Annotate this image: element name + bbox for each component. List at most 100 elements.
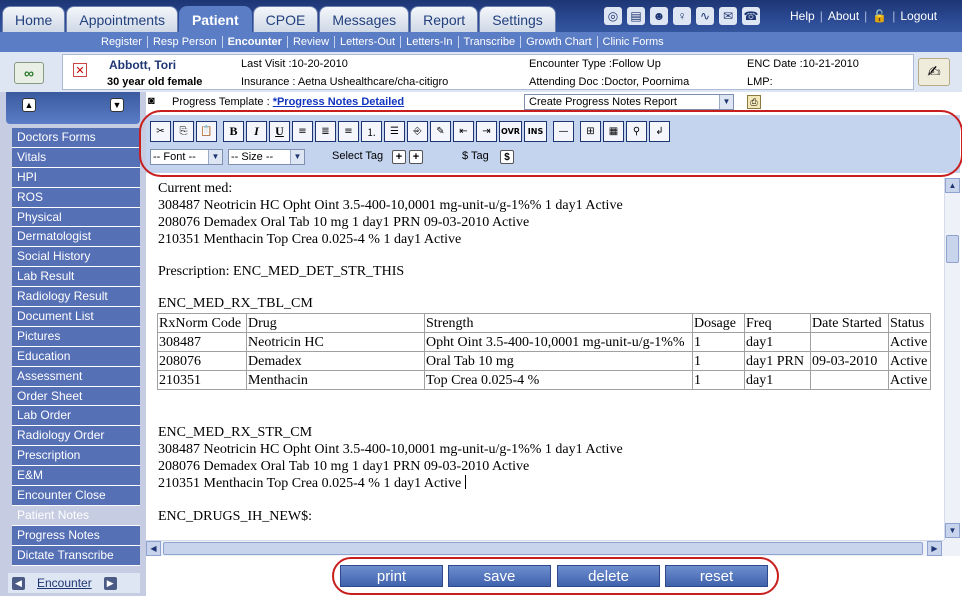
binoculars-icon[interactable]: ⚲ (626, 121, 647, 142)
help-link[interactable]: Help (790, 9, 815, 23)
subnav-encounter[interactable]: Encounter (223, 36, 288, 48)
phone-icon[interactable]: ☎ (742, 7, 760, 25)
sidebar-item-radiology-result[interactable]: Radiology Result (12, 287, 140, 308)
tab-home[interactable]: Home (2, 6, 66, 32)
insert-field-icon[interactable]: ▦ (603, 121, 624, 142)
reset-button[interactable]: reset (665, 565, 768, 587)
highlight-icon[interactable]: ✎ (430, 121, 451, 142)
vertical-scrollbar[interactable]: ▲ ▼ (944, 178, 960, 540)
create-report-icon[interactable]: ⎙ (747, 95, 761, 109)
align-right-icon[interactable]: ≡ (338, 121, 359, 142)
sidebar-item-education[interactable]: Education (12, 346, 140, 367)
save-button[interactable]: save (448, 565, 551, 587)
format-icon[interactable]: ⎆ (407, 121, 428, 142)
add-tag-button[interactable]: + (392, 150, 406, 164)
sidebar-item-document-list[interactable]: Document List (12, 307, 140, 327)
subnav-letters-in[interactable]: Letters-In (401, 36, 459, 48)
progress-template-link[interactable]: *Progress Notes Detailed (273, 96, 404, 108)
underline-button[interactable]: U (269, 121, 290, 142)
sidebar-item-prescription[interactable]: Prescription (12, 446, 140, 467)
scroll-down-icon[interactable]: ▼ (110, 98, 124, 112)
add-tag-button-2[interactable]: + (409, 150, 423, 164)
progress-note-editor[interactable]: Current med: 308487 Neotricin HC Opht Oi… (146, 178, 944, 540)
align-center-icon[interactable]: ≣ (315, 121, 336, 142)
sidebar-item-order-sheet[interactable]: Order Sheet (12, 386, 140, 407)
numbered-list-icon[interactable]: ⒈ (361, 121, 382, 142)
tab-messages[interactable]: Messages (319, 6, 410, 32)
sidebar-item-vitals[interactable]: Vitals (12, 147, 140, 168)
italic-button[interactable]: I (246, 121, 267, 142)
tab-patient[interactable]: Patient (178, 6, 252, 32)
sidebar-item-dermatologist[interactable]: Dermatologist (12, 227, 140, 248)
nurse-icon[interactable]: ♀ (673, 7, 691, 25)
print-button[interactable]: print (340, 565, 443, 587)
report-select[interactable]: Create Progress Notes Report ▼ (524, 94, 734, 110)
copy-icon[interactable]: ⎘ (173, 121, 194, 142)
overwrite-button[interactable]: OVR (499, 121, 522, 142)
subnav-review[interactable]: Review (288, 36, 336, 48)
scroll-right-icon[interactable]: ▶ (927, 541, 942, 556)
subnav-letters-out[interactable]: Letters-Out (335, 36, 402, 48)
sidebar-item-lab-result[interactable]: Lab Result (12, 267, 140, 288)
font-select[interactable]: -- Font -- ▼ (150, 149, 223, 165)
patient-search-button[interactable]: ∞ (14, 62, 44, 84)
line-break-icon[interactable]: ↲ (649, 121, 670, 142)
scroll-up-icon[interactable]: ▲ (945, 178, 960, 193)
bill-icon[interactable]: ▤ (627, 7, 645, 25)
sidebar-item-lab-order[interactable]: Lab Order (12, 406, 140, 427)
bold-button[interactable]: B (223, 121, 244, 142)
horizontal-scrollbar[interactable]: ◀ ▶ (146, 540, 944, 556)
sidebar-item-radiology-order[interactable]: Radiology Order (12, 426, 140, 447)
cut-icon[interactable]: ✂ (150, 121, 171, 142)
sidebar-item-ros[interactable]: ROS (12, 187, 140, 208)
sidebar-item-assessment[interactable]: Assessment (12, 366, 140, 387)
close-patient-icon[interactable]: ✕ (73, 63, 87, 77)
subnav-transcribe[interactable]: Transcribe (459, 36, 522, 48)
tab-cpoe[interactable]: CPOE (252, 6, 319, 32)
tab-report[interactable]: Report (410, 6, 479, 32)
table-icon[interactable]: ⊞ (580, 121, 601, 142)
tab-appointments[interactable]: Appointments (66, 6, 178, 32)
sidebar-item-progress-notes[interactable]: Progress Notes (12, 525, 140, 546)
insert-mode-button[interactable]: INS (524, 121, 547, 142)
binoculars-icon[interactable]: ◙ (148, 95, 155, 107)
vertical-scroll-thumb[interactable] (946, 235, 959, 263)
logout-link[interactable]: Logout (900, 9, 937, 23)
previous-arrow-icon[interactable]: ◀ (12, 576, 25, 590)
delete-button[interactable]: delete (557, 565, 660, 587)
tab-settings[interactable]: Settings (479, 6, 556, 32)
horizontal-scroll-thumb[interactable] (163, 542, 923, 555)
size-select[interactable]: -- Size -- ▼ (228, 149, 305, 165)
sidebar-item-doctors-forms[interactable]: Doctors Forms (12, 128, 140, 148)
sidebar-item-pictures[interactable]: Pictures (12, 326, 140, 347)
subnav-resp-person[interactable]: Resp Person (148, 36, 223, 48)
horizontal-rule-icon[interactable]: — (553, 121, 574, 142)
doctor-icon[interactable]: ☻ (650, 7, 668, 25)
glasses-icon[interactable]: ◎ (604, 7, 622, 25)
bullet-list-icon[interactable]: ☰ (384, 121, 405, 142)
sidebar-item-patient-notes[interactable]: Patient Notes (12, 505, 140, 526)
mail-icon[interactable]: ✉ (719, 7, 737, 25)
dollar-tag-icon[interactable]: $ (500, 150, 514, 164)
align-left-icon[interactable]: ≡ (292, 121, 313, 142)
subnav-growth-chart[interactable]: Growth Chart (521, 36, 598, 48)
encounter-link[interactable]: Encounter (37, 576, 92, 590)
sidebar-item-social-history[interactable]: Social History (12, 247, 140, 268)
subnav-register[interactable]: Register (96, 36, 148, 48)
sidebar-item-dictate-transcribe[interactable]: Dictate Transcribe (12, 545, 140, 566)
scroll-down-icon[interactable]: ▼ (945, 523, 960, 538)
indent-icon[interactable]: ⇥ (476, 121, 497, 142)
scroll-left-icon[interactable]: ◀ (146, 541, 161, 556)
sidebar-item-hpi[interactable]: HPI (12, 167, 140, 188)
stethoscope-icon[interactable]: ∿ (696, 7, 714, 25)
outdent-icon[interactable]: ⇤ (453, 121, 474, 142)
patient-name[interactable]: Abbott, Tori (109, 58, 176, 72)
scroll-up-icon[interactable]: ▲ (22, 98, 36, 112)
next-arrow-icon[interactable]: ▶ (103, 576, 117, 590)
paste-icon[interactable]: 📋 (196, 121, 217, 142)
subnav-clinic-forms[interactable]: Clinic Forms (598, 36, 669, 48)
patient-record-button[interactable]: ✍ (918, 58, 950, 86)
lock-icon[interactable]: 🔓 (872, 9, 887, 23)
sidebar-item-em[interactable]: E&M (12, 466, 140, 487)
sidebar-item-encounter-close[interactable]: Encounter Close (12, 486, 140, 506)
